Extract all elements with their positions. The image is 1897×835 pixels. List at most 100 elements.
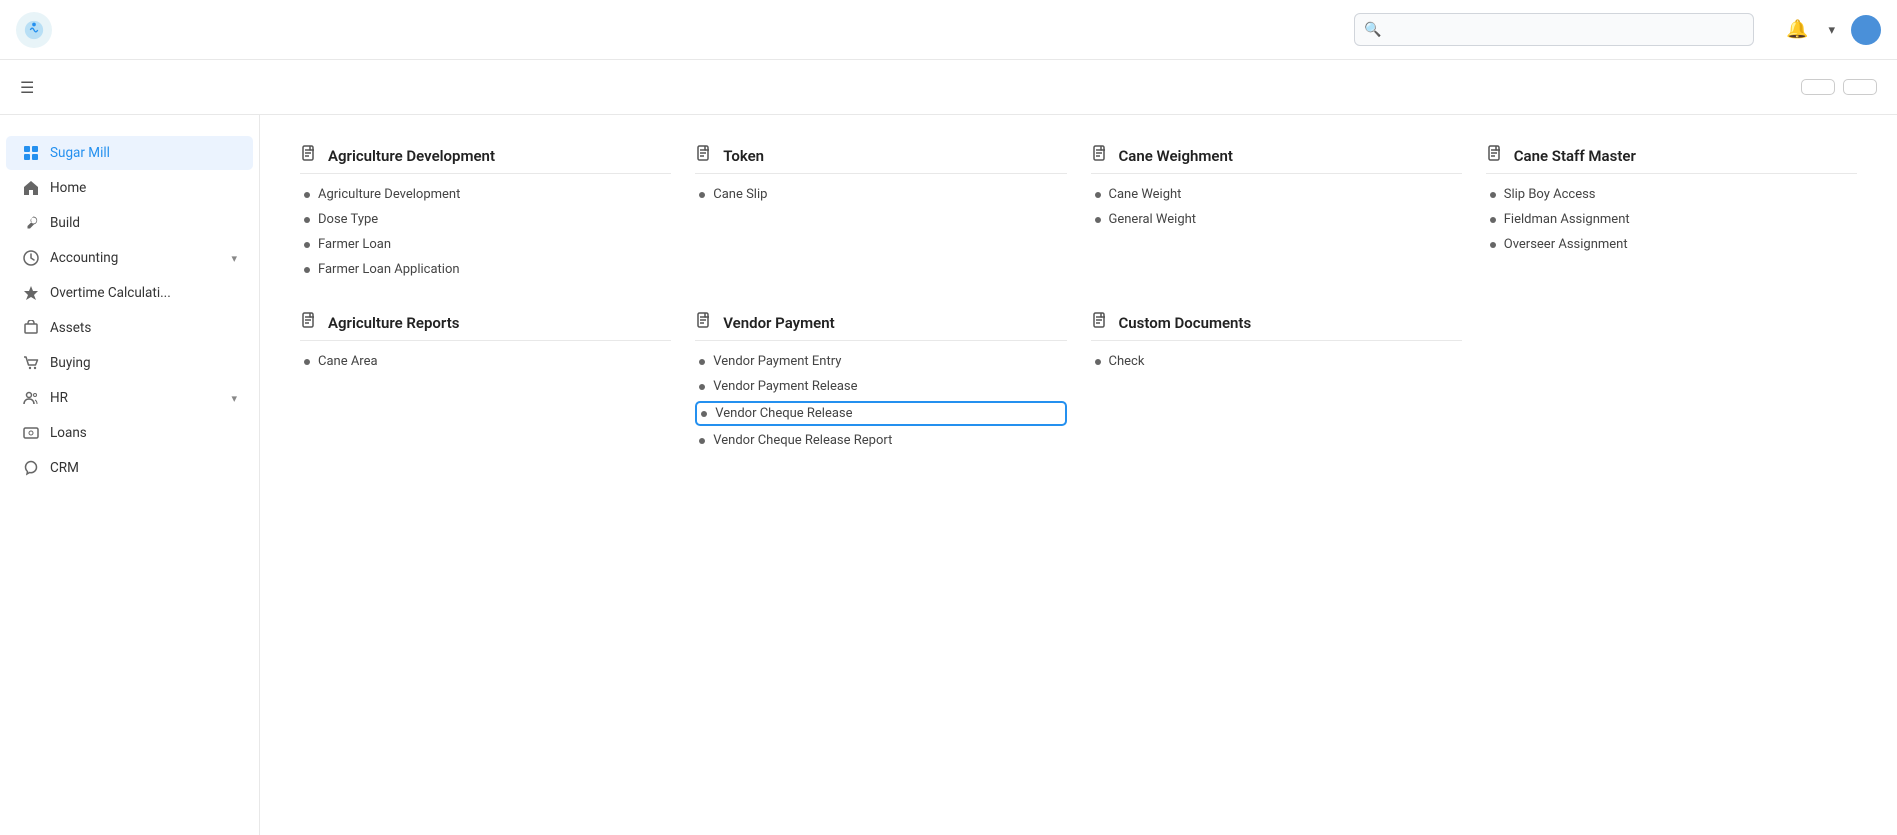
- bullet-dot: [699, 192, 705, 198]
- module-title-text: Token: [723, 147, 764, 165]
- main-layout: Sugar Mill Home Build: [0, 115, 1897, 835]
- module-card-item[interactable]: Cane Weight: [1091, 184, 1462, 205]
- chevron-down-icon: ▾: [231, 392, 237, 405]
- module-card-item[interactable]: Vendor Cheque Release Report: [695, 430, 1066, 451]
- hr-icon: [22, 389, 40, 407]
- module-card-agriculture-reports: Agriculture Reports Cane Area: [300, 312, 671, 451]
- module-card-item[interactable]: Overseer Assignment: [1486, 234, 1857, 255]
- module-card-title: Custom Documents: [1091, 312, 1462, 341]
- bullet-dot: [699, 438, 705, 444]
- sidebar-item-crm[interactable]: CRM: [6, 451, 253, 485]
- module-card-item[interactable]: Dose Type: [300, 209, 671, 230]
- bullet-dot: [304, 217, 310, 223]
- module-card-title: Agriculture Development: [300, 145, 671, 174]
- document-icon: [1091, 312, 1109, 334]
- home-icon: [22, 179, 40, 197]
- module-card-agriculture-development: Agriculture Development Agriculture Devel…: [300, 145, 671, 280]
- module-card-vendor-payment: Vendor PaymentVendor Payment EntryVendor…: [695, 312, 1066, 451]
- bullet-dot: [1490, 217, 1496, 223]
- module-item-label: Vendor Cheque Release: [715, 406, 852, 421]
- module-item-label: Vendor Payment Entry: [713, 354, 841, 369]
- top-nav-right: 🔔 ▾: [1786, 15, 1881, 45]
- bullet-dot: [1095, 359, 1101, 365]
- module-card-item[interactable]: General Weight: [1091, 209, 1462, 230]
- sidebar-item-label: Home: [50, 180, 237, 196]
- module-item-label: Overseer Assignment: [1504, 237, 1628, 252]
- sidebar-item-label: CRM: [50, 460, 237, 476]
- sidebar-item-hr[interactable]: HR ▾: [6, 381, 253, 415]
- loans-icon: [22, 424, 40, 442]
- document-icon: [695, 145, 713, 167]
- module-card-cane-staff-master: Cane Staff MasterSlip Boy AccessFieldman…: [1486, 145, 1857, 280]
- module-card-item[interactable]: Check: [1091, 351, 1462, 372]
- document-icon: [300, 145, 318, 167]
- help-button[interactable]: ▾: [1824, 22, 1835, 38]
- sidebar-item-buying[interactable]: Buying: [6, 346, 253, 380]
- bullet-dot: [304, 192, 310, 198]
- module-card-item[interactable]: Fieldman Assignment: [1486, 209, 1857, 230]
- module-card-item[interactable]: Slip Boy Access: [1486, 184, 1857, 205]
- module-card-items: Vendor Payment Entry Vendor Payment Relea…: [695, 351, 1066, 451]
- module-card-title: Cane Weighment: [1091, 145, 1462, 174]
- module-title-text: Agriculture Development: [328, 147, 495, 165]
- module-item-label: General Weight: [1109, 212, 1197, 227]
- bullet-dot: [701, 411, 707, 417]
- search-input[interactable]: [1354, 13, 1754, 46]
- module-card-item[interactable]: Farmer Loan: [300, 234, 671, 255]
- overtime-icon: [22, 284, 40, 302]
- search-icon: 🔍: [1364, 22, 1381, 38]
- module-card-item[interactable]: Farmer Loan Application: [300, 259, 671, 280]
- module-item-label: Fieldman Assignment: [1504, 212, 1630, 227]
- edit-button[interactable]: [1843, 79, 1877, 95]
- module-card-items: Slip Boy Access Fieldman Assignment Overse…: [1486, 184, 1857, 255]
- app-logo: [16, 12, 52, 48]
- sidebar-item-label: Build: [50, 215, 237, 231]
- module-card-items: Check: [1091, 351, 1462, 372]
- module-card-item[interactable]: Vendor Payment Entry: [695, 351, 1066, 372]
- module-card-item[interactable]: Cane Area: [300, 351, 671, 372]
- sidebar-item-build[interactable]: Build: [6, 206, 253, 240]
- content-area: Agriculture Development Agriculture Devel…: [260, 115, 1897, 835]
- sidebar-item-assets[interactable]: Assets: [6, 311, 253, 345]
- buying-icon: [22, 354, 40, 372]
- app-header: ☰: [0, 60, 1897, 115]
- module-title-text: Vendor Payment: [723, 314, 834, 332]
- module-title-text: Custom Documents: [1119, 314, 1252, 332]
- bullet-dot: [1095, 217, 1101, 223]
- sidebar-item-label: Loans: [50, 425, 237, 441]
- sidebar-item-overtime[interactable]: Overtime Calculati...: [6, 276, 253, 310]
- crm-icon: [22, 459, 40, 477]
- bullet-dot: [699, 359, 705, 365]
- module-card-title: Vendor Payment: [695, 312, 1066, 341]
- module-item-label: Cane Slip: [713, 187, 767, 202]
- module-card-cane-weighment: Cane Weighment Cane Weight General Weight: [1091, 145, 1462, 280]
- avatar[interactable]: [1851, 15, 1881, 45]
- module-title-text: Agriculture Reports: [328, 314, 459, 332]
- module-card-item[interactable]: Vendor Payment Release: [695, 376, 1066, 397]
- module-card-item[interactable]: Vendor Cheque Release: [695, 401, 1066, 426]
- module-item-label: Dose Type: [318, 212, 378, 227]
- module-card-title: Token: [695, 145, 1066, 174]
- bullet-dot: [304, 359, 310, 365]
- notifications-icon[interactable]: 🔔: [1786, 19, 1808, 40]
- top-nav: 🔍 🔔 ▾: [0, 0, 1897, 60]
- sidebar-item-home[interactable]: Home: [6, 171, 253, 205]
- sidebar-item-label: Assets: [50, 320, 237, 336]
- create-workspace-button[interactable]: [1801, 79, 1835, 95]
- module-card-item[interactable]: Cane Slip: [695, 184, 1066, 205]
- hamburger-icon[interactable]: ☰: [20, 78, 34, 97]
- module-item-label: Vendor Cheque Release Report: [713, 433, 892, 448]
- accounting-icon: [22, 249, 40, 267]
- module-card-token: Token Cane Slip: [695, 145, 1066, 280]
- sidebar-item-loans[interactable]: Loans: [6, 416, 253, 450]
- module-item-label: Check: [1109, 354, 1145, 369]
- module-title-text: Cane Weighment: [1119, 147, 1233, 165]
- module-card-item[interactable]: Agriculture Development: [300, 184, 671, 205]
- document-icon: [1091, 145, 1109, 167]
- module-card-items: Cane Slip: [695, 184, 1066, 205]
- sidebar-item-accounting[interactable]: Accounting ▾: [6, 241, 253, 275]
- sidebar-item-label: Accounting: [50, 250, 221, 266]
- sidebar-item-sugar-mill[interactable]: Sugar Mill: [6, 136, 253, 170]
- module-card-title: Agriculture Reports: [300, 312, 671, 341]
- module-card-items: Cane Area: [300, 351, 671, 372]
